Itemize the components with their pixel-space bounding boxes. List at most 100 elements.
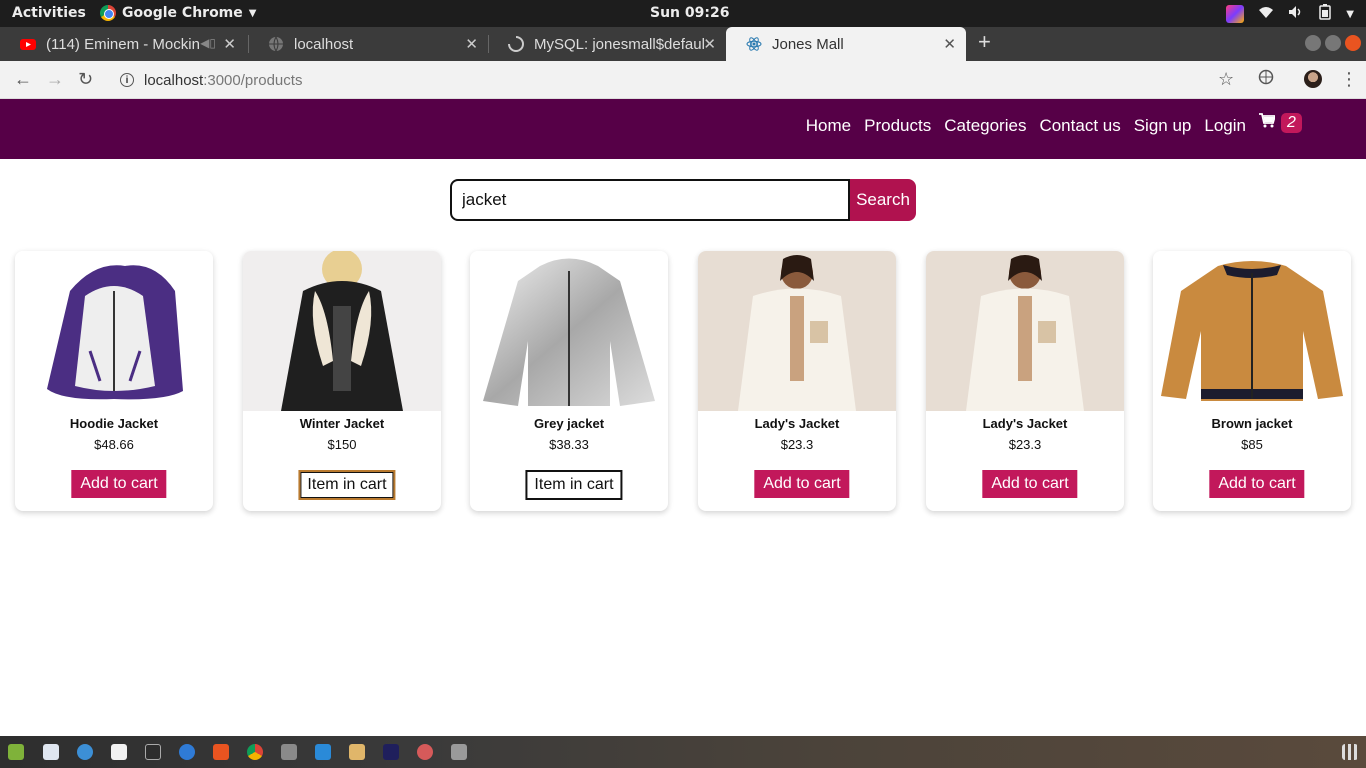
- product-card: Grey jacket $38.33 Item in cart: [470, 251, 668, 511]
- new-tab-icon[interactable]: +: [978, 29, 991, 55]
- archive-icon[interactable]: [451, 744, 467, 760]
- files-icon[interactable]: [8, 744, 24, 760]
- tab-mysql[interactable]: MySQL: jonesmall$defaul ✕: [488, 27, 726, 61]
- cart-link[interactable]: 2: [1259, 113, 1302, 133]
- product-price: $150: [327, 437, 357, 452]
- product-card: Lady's Jacket $23.3 Add to cart: [926, 251, 1124, 511]
- search-input[interactable]: [450, 179, 850, 221]
- product-image[interactable]: [470, 251, 668, 411]
- product-image[interactable]: [698, 251, 896, 411]
- text-editor-icon[interactable]: [43, 744, 59, 760]
- tab-strip: (114) Eminem - Mockin ◀▯ ✕ localhost ✕ M…: [0, 27, 1366, 61]
- volume-icon[interactable]: [1288, 5, 1304, 23]
- product-image[interactable]: [1153, 251, 1351, 411]
- nav-signup[interactable]: Sign up: [1134, 116, 1192, 136]
- nav-login[interactable]: Login: [1204, 116, 1246, 136]
- tab-localhost[interactable]: localhost ✕: [248, 27, 488, 61]
- product-card: Hoodie Jacket $48.66 Add to cart: [15, 251, 213, 511]
- intellij-icon[interactable]: [383, 744, 399, 760]
- add-to-cart-button[interactable]: Add to cart: [1209, 470, 1305, 498]
- settings-icon[interactable]: [281, 744, 297, 760]
- app-indicator-icon[interactable]: [1226, 5, 1245, 23]
- nav-categories[interactable]: Categories: [944, 116, 1026, 136]
- product-image[interactable]: [926, 251, 1124, 411]
- clock[interactable]: Sun 09:26: [650, 5, 729, 21]
- profile-avatar[interactable]: [1304, 70, 1322, 88]
- close-tab-icon[interactable]: ✕: [465, 35, 478, 53]
- cart-icon: [1259, 113, 1277, 133]
- product-name: Lady's Jacket: [982, 416, 1068, 431]
- terminal-icon[interactable]: [145, 744, 161, 760]
- site-header: Home Products Categories Contact us Sign…: [0, 99, 1366, 159]
- product-card: Lady's Jacket $23.3 Add to cart: [698, 251, 896, 511]
- product-price: $38.33: [549, 437, 589, 452]
- software-center-icon[interactable]: [213, 744, 229, 760]
- nav-contact[interactable]: Contact us: [1039, 116, 1120, 136]
- tab-title: Jones Mall: [772, 35, 844, 53]
- add-to-cart-button[interactable]: Add to cart: [754, 470, 850, 498]
- taskbar: [0, 736, 1366, 768]
- tab-title: localhost: [294, 35, 354, 53]
- system-menu-chevron-icon[interactable]: ▼: [1346, 9, 1354, 20]
- maximize-window-icon[interactable]: [1325, 35, 1341, 51]
- app-menu[interactable]: Google Chrome ▼: [100, 5, 256, 21]
- item-in-cart-button[interactable]: Item in cart: [298, 470, 396, 500]
- folder-icon[interactable]: [349, 744, 365, 760]
- app-menu-label: Google Chrome: [122, 5, 243, 21]
- system-top-bar: Activities Google Chrome ▼ Sun 09:26 ▼: [0, 0, 1366, 27]
- product-name: Hoodie Jacket: [69, 416, 159, 431]
- product-card: Brown jacket $85 Add to cart: [1153, 251, 1351, 511]
- show-apps-icon[interactable]: [1342, 744, 1358, 760]
- tab-youtube[interactable]: (114) Eminem - Mockin ◀▯ ✕: [0, 27, 246, 61]
- address-bar[interactable]: i localhost :3000/products: [112, 66, 1252, 94]
- tab-title: (114) Eminem - Mockin: [46, 35, 200, 53]
- system-tray[interactable]: ▼: [1226, 4, 1354, 24]
- amazon-icon[interactable]: [111, 744, 127, 760]
- site-nav: Home Products Categories Contact us Sign…: [806, 116, 1246, 136]
- chrome-dock-icon[interactable]: [247, 744, 263, 760]
- globe-icon: [268, 36, 284, 52]
- add-to-cart-button[interactable]: Add to cart: [71, 470, 167, 498]
- back-icon[interactable]: ←: [14, 69, 32, 90]
- vscode-icon[interactable]: [315, 744, 331, 760]
- react-icon: [746, 36, 762, 52]
- nav-home[interactable]: Home: [806, 116, 851, 136]
- product-image[interactable]: [243, 251, 441, 411]
- url-path: :3000/products: [203, 71, 303, 89]
- product-price: $23.3: [1008, 437, 1042, 452]
- activities-button[interactable]: Activities: [12, 5, 86, 21]
- close-tab-icon[interactable]: ✕: [223, 35, 236, 53]
- nav-products[interactable]: Products: [864, 116, 931, 136]
- mute-icon[interactable]: ◀▯: [200, 36, 216, 50]
- help-icon[interactable]: [77, 744, 93, 760]
- site-info-icon[interactable]: i: [120, 73, 134, 87]
- game-icon[interactable]: [417, 744, 433, 760]
- product-name: Winter Jacket: [299, 416, 385, 431]
- browser-toolbar: ← → ↻ i localhost :3000/products ☆ ⋮: [0, 61, 1366, 99]
- search-button[interactable]: Search: [850, 179, 916, 221]
- search-form: Search: [450, 179, 916, 221]
- product-image[interactable]: [15, 251, 213, 411]
- thunderbird-icon[interactable]: [179, 744, 195, 760]
- battery-icon[interactable]: [1318, 4, 1332, 24]
- reload-icon[interactable]: ↻: [78, 69, 93, 90]
- product-price: $85: [1241, 437, 1263, 452]
- close-tab-icon[interactable]: ✕: [943, 35, 956, 53]
- minimize-window-icon[interactable]: [1305, 35, 1321, 51]
- close-window-icon[interactable]: [1345, 35, 1361, 51]
- extension-icon[interactable]: [1258, 69, 1274, 90]
- more-menu-icon[interactable]: ⋮: [1340, 69, 1358, 90]
- add-to-cart-button[interactable]: Add to cart: [982, 470, 1078, 498]
- product-name: Grey jacket: [533, 416, 605, 431]
- wifi-icon[interactable]: [1258, 5, 1274, 23]
- tab-jones-mall[interactable]: Jones Mall ✕: [726, 27, 966, 61]
- product-card: Winter Jacket $150 Item in cart: [243, 251, 441, 511]
- chrome-icon: [100, 5, 116, 21]
- item-in-cart-button[interactable]: Item in cart: [525, 470, 623, 500]
- cart-count-badge: 2: [1281, 113, 1302, 133]
- forward-icon[interactable]: →: [46, 69, 64, 90]
- product-name: Lady's Jacket: [754, 416, 840, 431]
- bookmark-star-icon[interactable]: ☆: [1218, 69, 1234, 90]
- close-tab-icon[interactable]: ✕: [703, 35, 716, 53]
- loading-icon: [508, 36, 524, 52]
